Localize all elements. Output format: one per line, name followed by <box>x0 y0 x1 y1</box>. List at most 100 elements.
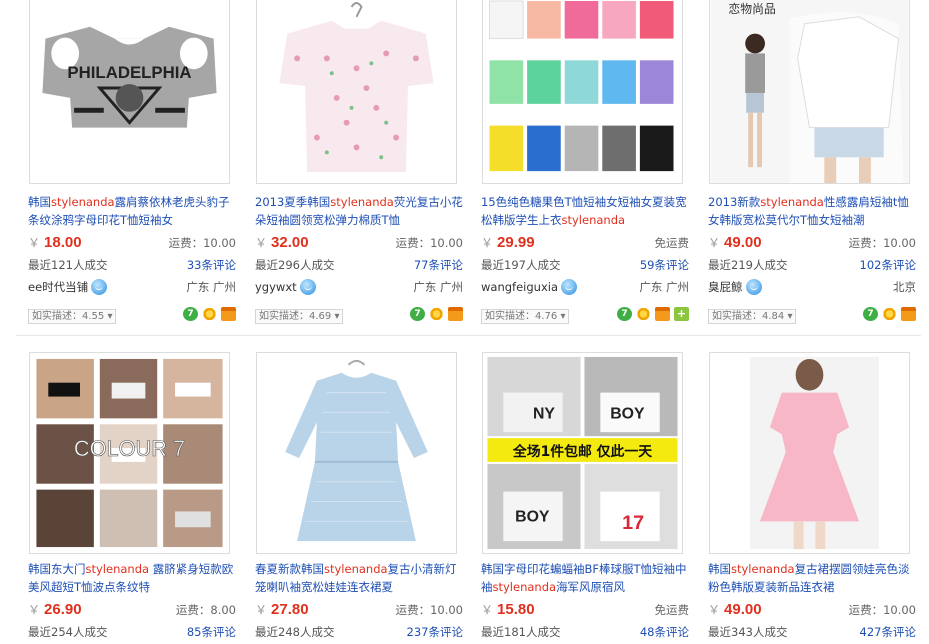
flower-icon[interactable] <box>429 307 444 321</box>
reviews-link[interactable]: 48条评论 <box>640 624 689 640</box>
sold-count: 最近219人成交 <box>708 258 788 272</box>
shipping-fee: 免运费 <box>654 236 690 250</box>
shipping-fee: 运费：10.00 <box>848 603 916 617</box>
service-badges: 7 + <box>617 307 689 321</box>
sold-count: 最近296人成交 <box>255 258 335 272</box>
promo-banner-text: 全场1件包邮 仅此一天 <box>512 443 652 460</box>
reviews-link[interactable]: 427条评论 <box>860 624 916 640</box>
sold-count: 最近248人成交 <box>255 625 335 639</box>
product-image[interactable]: PHILADELPHIA <box>29 0 230 184</box>
seven-day-return-icon[interactable]: 7 <box>183 307 198 321</box>
product-title-link[interactable]: 韩国字母印花蝙蝠袖BF棒球服T恤短袖中袖stylenanda海军风原宿风 <box>481 560 691 596</box>
product-title-link[interactable]: 2013新款stylenanda性感露肩短袖t恤女韩版宽松莫代尔T恤女短袖潮 <box>708 193 918 229</box>
credit-card-icon[interactable] <box>655 307 670 321</box>
svg-text:NY: NY <box>533 405 555 422</box>
seven-day-return-icon[interactable]: 7 <box>617 307 632 321</box>
collage-graphic: COLOUR 7 <box>30 353 229 553</box>
image-overlay-text: COLOUR 7 <box>74 436 185 461</box>
product-image[interactable] <box>256 352 457 554</box>
sold-count: 最近121人成交 <box>28 258 108 272</box>
model-dress-graphic <box>710 353 909 553</box>
flower-icon[interactable] <box>202 307 217 321</box>
service-badges: 7 <box>410 307 463 321</box>
tshirt-graphic <box>257 0 456 183</box>
shipping-fee: 运费：10.00 <box>848 236 916 250</box>
product-image[interactable] <box>482 0 683 184</box>
description-rating[interactable]: 如实描述：4.76 ▾ <box>481 309 570 324</box>
flower-icon[interactable] <box>882 307 897 321</box>
wangwang-chat-icon[interactable] <box>299 279 316 295</box>
shipping-fee: 运费：10.00 <box>395 603 463 617</box>
product-title-link[interactable]: 韩国stylenanda露肩蔡依林老虎头豹子条纹涂鸦字母印花T恤短袖女 <box>28 193 238 229</box>
svg-text:BOY: BOY <box>610 405 645 422</box>
product-price: ￥ 15.80 <box>481 601 535 618</box>
reviews-link[interactable]: 85条评论 <box>187 624 236 640</box>
collage-graphic: NY BOY 全场1件包邮 仅此一天 BOY 17 <box>483 353 682 553</box>
product-price: ￥ 27.80 <box>255 601 309 618</box>
product-image[interactable]: COLOUR 7 <box>29 352 230 554</box>
product-price: ￥ 18.00 <box>28 234 82 251</box>
shipping-fee: 免运费 <box>654 603 690 617</box>
plus-icon[interactable]: + <box>674 307 689 321</box>
seller-location: 广东 广州 <box>186 280 236 294</box>
seller[interactable]: wangfeiguxia <box>481 279 577 295</box>
dress-graphic <box>257 353 456 553</box>
product-image[interactable] <box>709 352 910 554</box>
product-price: ￥ 49.00 <box>708 234 762 251</box>
credit-card-icon[interactable] <box>901 307 916 321</box>
product-price: ￥ 49.00 <box>708 601 762 618</box>
svg-text:17: 17 <box>622 512 644 534</box>
service-badges: 7 <box>183 307 236 321</box>
seller[interactable]: ygywxt <box>255 279 316 295</box>
reviews-link[interactable]: 102条评论 <box>860 257 916 273</box>
seller-location: 广东 广州 <box>639 280 689 294</box>
seller-location: 广东 广州 <box>413 280 463 294</box>
description-rating[interactable]: 如实描述：4.69 ▾ <box>255 309 344 324</box>
reviews-link[interactable]: 77条评论 <box>414 257 463 273</box>
tshirt-graphic <box>483 0 682 183</box>
shipping-fee: 运费：10.00 <box>395 236 463 250</box>
product-title-link[interactable]: 春夏新款韩国stylenanda复古小清新灯笼喇叭袖宽松娃娃连衣裙夏 <box>255 560 465 596</box>
seven-day-return-icon[interactable]: 7 <box>410 307 425 321</box>
product-price: ￥ 32.00 <box>255 234 309 251</box>
product-price: ￥ 26.90 <box>28 601 82 618</box>
sold-count: 最近181人成交 <box>481 625 561 639</box>
product-image[interactable]: 恋物尚品 <box>709 0 910 184</box>
product-title-link[interactable]: 韩国stylenanda复古裙摆圆领娃亮色淡粉色韩版夏装新品连衣裙 <box>708 560 918 596</box>
svg-text:BOY: BOY <box>515 508 550 525</box>
reviews-link[interactable]: 237条评论 <box>407 624 463 640</box>
description-rating[interactable]: 如实描述：4.55 ▾ <box>28 309 117 324</box>
tshirt-graphic: PHILADELPHIA <box>30 0 229 183</box>
image-print-text: PHILADELPHIA <box>67 63 191 82</box>
seller[interactable]: 臭屁鲸 <box>708 279 762 295</box>
flower-icon[interactable] <box>636 307 651 321</box>
seven-day-return-icon[interactable]: 7 <box>863 307 878 321</box>
seller-location: 北京 <box>893 280 916 294</box>
model-photo-graphic: 恋物尚品 <box>710 0 909 183</box>
product-title-link[interactable]: 韩国东大门stylenanda 露脐紧身短款欧美风超短T恤波点条纹特 <box>28 560 238 596</box>
wangwang-chat-icon[interactable] <box>745 279 762 295</box>
product-grid: PHILADELPHIA 韩国stylenanda露肩蔡依林老虎头豹子条纹涂鸦字… <box>0 0 929 644</box>
row-divider <box>16 335 921 336</box>
product-title-link[interactable]: 15色纯色糖果色T恤短袖女短袖女夏装宽松韩版学生上衣stylenanda <box>481 193 691 229</box>
sold-count: 最近197人成交 <box>481 258 561 272</box>
seller-name[interactable]: 臭屁鲸 <box>708 279 743 295</box>
reviews-link[interactable]: 59条评论 <box>640 257 689 273</box>
product-title-link[interactable]: 2013夏季韩国stylenanda荧光复古小花朵短袖圆领宽松弹力棉质T恤 <box>255 193 465 229</box>
sold-count: 最近254人成交 <box>28 625 108 639</box>
product-image[interactable]: NY BOY 全场1件包邮 仅此一天 BOY 17 <box>482 352 683 554</box>
reviews-link[interactable]: 33条评论 <box>187 257 236 273</box>
seller-name[interactable]: ygywxt <box>255 280 297 294</box>
seller-name[interactable]: ee时代当铺 <box>28 279 88 295</box>
credit-card-icon[interactable] <box>221 307 236 321</box>
credit-card-icon[interactable] <box>448 307 463 321</box>
seller[interactable]: ee时代当铺 <box>28 279 108 295</box>
seller-name[interactable]: wangfeiguxia <box>481 280 558 294</box>
wangwang-chat-icon[interactable] <box>91 279 108 295</box>
product-image[interactable] <box>256 0 457 184</box>
shipping-fee: 运费：8.00 <box>175 603 236 617</box>
description-rating[interactable]: 如实描述：4.84 ▾ <box>708 309 797 324</box>
wangwang-chat-icon[interactable] <box>561 279 577 295</box>
product-price: ￥ 29.99 <box>481 234 535 251</box>
service-badges: 7 <box>863 307 916 321</box>
